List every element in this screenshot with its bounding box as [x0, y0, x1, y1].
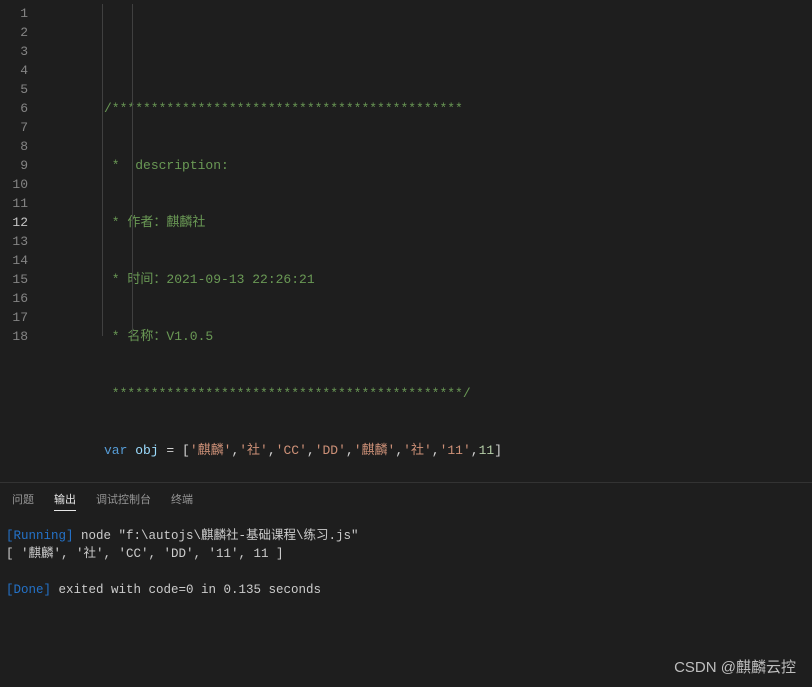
exit-text: exited with code=0 in 0.135 seconds: [51, 583, 321, 597]
output-text: [ '麒麟', '社', 'CC', 'DD', '11', 11 ]: [6, 547, 284, 561]
line-num: 2: [0, 23, 28, 42]
code-line: var obj = ['麒麟','社','CC','DD','麒麟','社','…: [64, 441, 812, 460]
running-tag: [Running]: [6, 529, 74, 543]
output-panel[interactable]: [Running] node "f:\autojs\麒麟社-基础课程\练习.js…: [0, 519, 812, 607]
line-num-active: 12: [0, 213, 28, 232]
code-line: * 时间：2021-09-13 22:26:21: [64, 270, 812, 289]
code-line: /***************************************…: [64, 99, 812, 118]
line-num: 16: [0, 289, 28, 308]
line-num: 15: [0, 270, 28, 289]
code-line: * 作者：麒麟社: [64, 213, 812, 232]
watermark: CSDN @麒麟云控: [674, 656, 796, 677]
tab-debug-console[interactable]: 调试控制台: [96, 491, 151, 511]
tab-terminal[interactable]: 终端: [171, 491, 193, 511]
line-num: 1: [0, 4, 28, 23]
line-num: 17: [0, 308, 28, 327]
line-num: 6: [0, 99, 28, 118]
line-num: 9: [0, 156, 28, 175]
panel-tabs: 问题 输出 调试控制台 终端: [0, 482, 812, 519]
line-num: 7: [0, 118, 28, 137]
line-num: 18: [0, 327, 28, 346]
tab-output[interactable]: 输出: [54, 491, 76, 511]
done-tag: [Done]: [6, 583, 51, 597]
command-text: node "f:\autojs\麒麟社-基础课程\练习.js": [74, 529, 359, 543]
code-area[interactable]: /***************************************…: [40, 0, 812, 482]
line-num: 3: [0, 42, 28, 61]
line-num: 5: [0, 80, 28, 99]
code-line: ****************************************…: [64, 384, 812, 403]
tab-problems[interactable]: 问题: [12, 491, 34, 511]
code-line: * 名称：V1.0.5: [64, 327, 812, 346]
code-line: * description:: [64, 156, 812, 175]
line-num: 13: [0, 232, 28, 251]
code-editor: 1 2 3 4 5 6 7 8 9 10 11 12 13 14 15 16 1…: [0, 0, 812, 482]
line-num: 4: [0, 61, 28, 80]
line-num: 8: [0, 137, 28, 156]
line-gutter: 1 2 3 4 5 6 7 8 9 10 11 12 13 14 15 16 1…: [0, 0, 40, 482]
line-num: 11: [0, 194, 28, 213]
line-num: 14: [0, 251, 28, 270]
indent-guides: [40, 0, 87, 482]
line-num: 10: [0, 175, 28, 194]
